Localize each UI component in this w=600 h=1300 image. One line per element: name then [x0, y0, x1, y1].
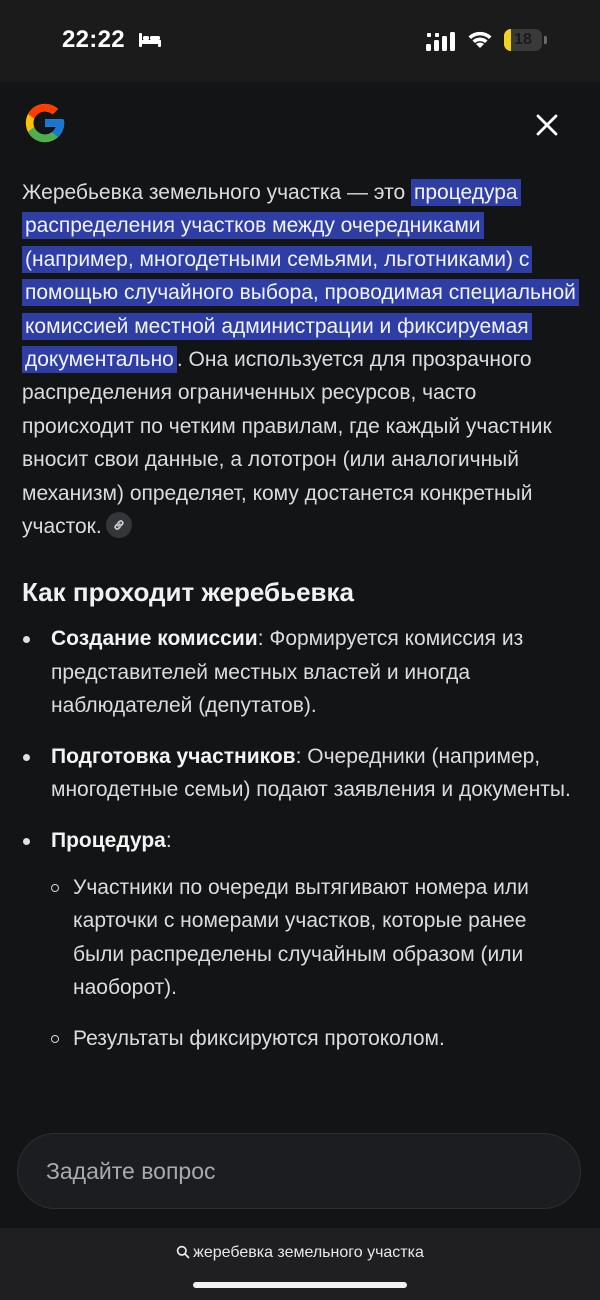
close-icon [536, 114, 558, 136]
ai-answer-panel: Жеребьевка земельного участка — это проц… [0, 82, 600, 1228]
list-item-title: Подготовка участников [51, 744, 296, 768]
section-title: Как проходит жеребьевка [22, 577, 355, 608]
status-time: 22:22 [62, 26, 125, 53]
home-indicator[interactable] [193, 1282, 407, 1288]
sub-list-item: Результаты фиксируются протоколом. [51, 1022, 578, 1055]
close-button[interactable] [526, 104, 568, 146]
cellular-signal-icon [426, 32, 455, 51]
source-link-button[interactable] [105, 512, 132, 539]
list-item: Процедура: Участники по очереди вытягива… [22, 824, 578, 1055]
google-g-logo [25, 103, 65, 143]
link-icon [114, 520, 124, 530]
intro-rest: . Она используется для прозрачного распр… [22, 348, 552, 539]
bed-icon [139, 33, 161, 47]
bottom-bar: жеребевка земельного участка [0, 1228, 600, 1300]
answer-content: Жеребьевка земельного участка — это проц… [22, 176, 579, 1072]
sub-list-item: Участники по очереди вытягивают номера и… [51, 871, 578, 1005]
wifi-icon [468, 31, 492, 48]
ask-question-input[interactable]: Задайте вопрос [17, 1133, 581, 1209]
list-item-title: Процедура [51, 828, 166, 852]
sub-list: Участники по очереди вытягивают номера и… [51, 871, 578, 1055]
answer-intro: Жеребьевка земельного участка — это проц… [22, 176, 579, 543]
list-item-text: : [165, 828, 172, 852]
highlighted-definition[interactable]: процедура распределения участков между о… [22, 179, 579, 374]
status-bar: 22:22 18 [0, 0, 600, 82]
list-item: Создание комиссии: Формируется комиссия … [22, 622, 578, 722]
search-icon [176, 1245, 190, 1259]
battery-level: 18 [514, 31, 532, 48]
battery-icon: 18 [504, 29, 542, 51]
search-query-chip[interactable]: жеребевка земельного участка [0, 1244, 600, 1262]
battery-cap [544, 36, 547, 44]
steps-list: Создание комиссии: Формируется комиссия … [22, 622, 578, 1054]
list-item: Подготовка участников: Очередники (напри… [22, 740, 578, 807]
ask-placeholder: Задайте вопрос [46, 1158, 216, 1184]
list-item-title: Создание комиссии [51, 627, 258, 651]
search-query-text: жеребевка земельного участка [193, 1244, 424, 1261]
intro-plain: Жеребьевка земельного участка — это [22, 181, 411, 204]
